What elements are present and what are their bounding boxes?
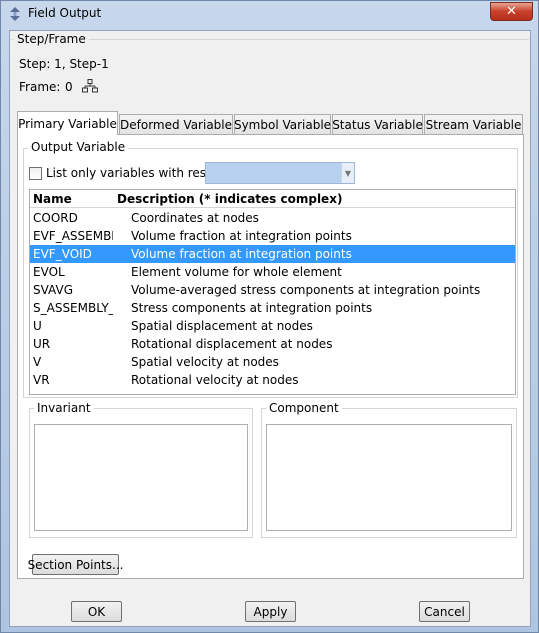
step-text: Step: 1, Step-1: [19, 57, 109, 71]
row-name: VR: [33, 373, 50, 387]
table-row-selected[interactable]: EVF_VOID Volume fraction at integration …: [30, 245, 515, 263]
frame-value: 0: [65, 80, 73, 94]
row-name: EVOL: [33, 265, 65, 279]
row-name: EVF_ASSEMBLY: [33, 229, 113, 243]
row-name: COORD: [33, 211, 78, 225]
row-description: Spatial velocity at nodes: [131, 355, 279, 369]
cancel-button[interactable]: Cancel: [419, 601, 470, 622]
row-description: Volume-averaged stress components at int…: [131, 283, 481, 297]
table-row[interactable]: U Spatial displacement at nodes: [30, 317, 515, 335]
section-points-button[interactable]: Section Points...: [28, 554, 123, 575]
table-row[interactable]: V Spatial velocity at nodes: [30, 353, 515, 371]
table-row[interactable]: SVAVG Volume-averaged stress components …: [30, 281, 515, 299]
table-row[interactable]: EVF_ASSEMBLY Volume fraction at integrat…: [30, 227, 515, 245]
table-row[interactable]: S_ASSEMBLY_V Stress components at integr…: [30, 299, 515, 317]
table-row[interactable]: VR Rotational velocity at nodes: [30, 371, 515, 389]
tab-stream-variable[interactable]: Stream Variable: [424, 114, 523, 135]
tab-label: Stream Variable: [425, 118, 522, 132]
tab-label: Primary Variable: [18, 116, 117, 131]
tab-primary-variable[interactable]: Primary Variable: [17, 111, 118, 135]
tab-label: Deformed Variable: [120, 118, 233, 132]
dialog-body: Step/Frame Step: 1, Step-1 Frame: 0 Prim…: [9, 30, 531, 627]
variables-list[interactable]: Name Description (* indicates complex) C…: [29, 189, 516, 395]
close-icon: ✕: [506, 4, 517, 19]
row-description: Rotational displacement at nodes: [131, 337, 333, 351]
table-row[interactable]: UR Rotational displacement at nodes: [30, 335, 515, 353]
abaqus-arrows-icon: [10, 7, 20, 21]
row-name: V: [33, 355, 42, 369]
column-header-name[interactable]: Name: [33, 192, 72, 206]
ok-label: OK: [87, 604, 106, 619]
apply-label: Apply: [253, 604, 288, 619]
component-label: Component: [266, 401, 342, 415]
ok-button[interactable]: OK: [71, 601, 122, 622]
row-name: S_ASSEMBLY_V: [33, 301, 113, 315]
invariant-label: Invariant: [34, 401, 94, 415]
row-description: Coordinates at nodes: [131, 211, 259, 225]
step-frame-label: Step/Frame: [14, 32, 89, 46]
component-list[interactable]: [266, 424, 512, 531]
section-points-label: Section Points...: [27, 557, 124, 572]
list-only-results-checkbox[interactable]: [29, 167, 42, 180]
step-frame-group: [11, 39, 529, 103]
row-description: Element volume for whole element: [131, 265, 342, 279]
close-button[interactable]: ✕: [490, 2, 533, 21]
row-description: Stress components at integration points: [131, 301, 373, 315]
results-filter-combo[interactable]: ▼: [205, 162, 355, 184]
row-description: Volume fraction at integration points: [131, 247, 352, 261]
tab-label: Status Variable: [332, 118, 423, 132]
row-name: UR: [33, 337, 51, 351]
column-header-description[interactable]: Description (* indicates complex): [117, 192, 342, 206]
cancel-label: Cancel: [424, 604, 465, 619]
row-name: SVAVG: [33, 283, 74, 297]
list-header: Name Description (* indicates complex): [30, 190, 515, 208]
primary-variable-panel: Output Variable List only variables with…: [17, 134, 524, 579]
row-description: Rotational velocity at nodes: [131, 373, 299, 387]
row-name: EVF_VOID: [33, 247, 92, 261]
window-title: Field Output: [28, 6, 102, 20]
tab-label: Symbol Variable: [233, 118, 332, 132]
invariant-list[interactable]: [34, 424, 248, 531]
frame-label: Frame:: [19, 80, 61, 94]
output-variable-label: Output Variable: [28, 140, 129, 154]
tab-status-variable[interactable]: Status Variable: [332, 114, 423, 135]
row-description: Spatial displacement at nodes: [131, 319, 313, 333]
table-row[interactable]: COORD Coordinates at nodes: [30, 209, 515, 227]
tab-deformed-variable[interactable]: Deformed Variable: [119, 114, 233, 135]
title-bar[interactable]: Field Output ✕: [1, 1, 538, 26]
field-output-window: Field Output ✕ Step/Frame Step: 1, Step-…: [0, 0, 539, 633]
frame-selector-icon[interactable]: [82, 79, 98, 93]
row-description: Volume fraction at integration points: [131, 229, 352, 243]
table-row[interactable]: EVOL Element volume for whole element: [30, 263, 515, 281]
row-name: U: [33, 319, 42, 333]
tab-symbol-variable[interactable]: Symbol Variable: [234, 114, 331, 135]
chevron-down-icon[interactable]: ▼: [341, 163, 354, 183]
apply-button[interactable]: Apply: [245, 601, 296, 622]
